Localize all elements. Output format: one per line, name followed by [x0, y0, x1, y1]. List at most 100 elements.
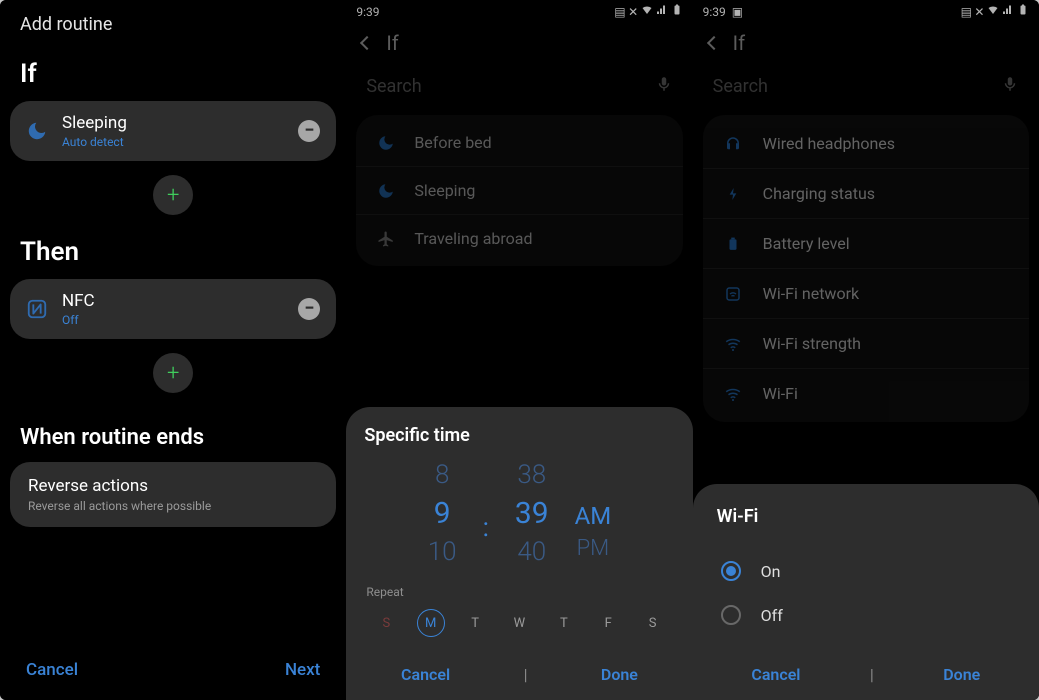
- if-options-list: Before bed Sleeping Traveling abroad: [356, 115, 682, 266]
- remove-if-button[interactable]: −: [298, 120, 320, 142]
- then-action-title: NFC: [62, 291, 284, 311]
- radio-on[interactable]: [721, 561, 741, 581]
- sheet-done-button[interactable]: Done: [601, 665, 638, 684]
- status-bar: 9:39 ▣ ▤ ✕: [693, 0, 1039, 21]
- battery-icon: [1017, 4, 1029, 19]
- cancel-button[interactable]: Cancel: [26, 660, 78, 680]
- search-input[interactable]: Search: [693, 61, 1039, 115]
- day-sun[interactable]: S: [372, 609, 400, 637]
- header-title: If: [733, 31, 745, 55]
- radio-on-label: On: [761, 562, 781, 581]
- hour-next: 10: [428, 537, 457, 567]
- action-divider: |: [870, 665, 874, 684]
- status-time: 9:39: [703, 5, 726, 19]
- reverse-title: Reverse actions: [28, 476, 318, 496]
- list-item-label: Wired headphones: [763, 134, 895, 153]
- wifi-sheet: Wi-Fi On Off Cancel | Done: [693, 484, 1039, 700]
- status-time: 9:39: [356, 5, 379, 19]
- sheet-actions: Cancel | Done: [717, 659, 1015, 688]
- day-fri[interactable]: F: [594, 609, 622, 637]
- back-icon[interactable]: [360, 36, 374, 50]
- moon-icon: [26, 120, 48, 142]
- signal-icon: [1002, 4, 1014, 19]
- sheet-cancel-button[interactable]: Cancel: [401, 665, 450, 684]
- then-heading: Then: [0, 219, 346, 279]
- add-if-button[interactable]: +: [153, 175, 193, 215]
- end-heading: When routine ends: [0, 397, 346, 462]
- list-item-label: Charging status: [763, 184, 875, 203]
- repeat-label: Repeat: [364, 585, 674, 599]
- mute-icon: ✕: [974, 5, 984, 19]
- day-tue[interactable]: T: [461, 609, 489, 637]
- if-condition-card[interactable]: Sleeping Auto detect −: [10, 101, 336, 161]
- if-option-before-bed[interactable]: Before bed: [356, 119, 682, 166]
- moon-icon: [376, 134, 396, 152]
- time-picker[interactable]: 8 9 10 : 38 39 40 AM PM: [364, 460, 674, 567]
- if-options-list: Wired headphones Charging status Battery…: [703, 115, 1029, 422]
- day-thu[interactable]: T: [550, 609, 578, 637]
- status-icons: ▤ ✕: [614, 4, 682, 19]
- day-wed[interactable]: W: [505, 609, 533, 637]
- airplane-icon: [376, 230, 396, 248]
- ampm-column[interactable]: AM PM: [575, 466, 612, 561]
- search-input[interactable]: Search: [346, 61, 692, 115]
- header-title: If: [386, 31, 398, 55]
- if-option-wired-headphones[interactable]: Wired headphones: [703, 119, 1029, 168]
- sheet-cancel-button[interactable]: Cancel: [751, 665, 800, 684]
- if-option-wifi[interactable]: Wi-Fi: [703, 368, 1029, 418]
- if-condition-subtitle: Auto detect: [62, 135, 284, 149]
- sheet-actions: Cancel | Done: [364, 659, 674, 688]
- sheet-title: Specific time: [364, 425, 674, 446]
- if-option-sleeping[interactable]: Sleeping: [356, 166, 682, 214]
- signal-icon: [656, 4, 668, 19]
- then-action-card[interactable]: NFC Off −: [10, 279, 336, 339]
- remove-then-button[interactable]: −: [298, 298, 320, 320]
- panel-add-routine: Add routine If Sleeping Auto detect − + …: [0, 0, 346, 700]
- if-condition-title: Sleeping: [62, 113, 284, 133]
- day-sat[interactable]: S: [639, 609, 667, 637]
- add-then-button[interactable]: +: [153, 353, 193, 393]
- reverse-subtitle: Reverse all actions where possible: [28, 499, 318, 513]
- if-option-battery[interactable]: Battery level: [703, 218, 1029, 268]
- wifi-on-option[interactable]: On: [717, 549, 1015, 593]
- back-icon[interactable]: [707, 36, 721, 50]
- battery-icon: [671, 4, 683, 19]
- action-divider: |: [524, 665, 528, 684]
- if-option-traveling[interactable]: Traveling abroad: [356, 214, 682, 262]
- wifi-off-option[interactable]: Off: [717, 593, 1015, 637]
- day-chips: S M T W T F S: [364, 609, 674, 637]
- ampm-selected: AM: [575, 502, 612, 530]
- minute-column[interactable]: 38 39 40: [515, 460, 549, 567]
- mic-icon[interactable]: [655, 75, 673, 97]
- list-item-label: Sleeping: [414, 181, 475, 200]
- page-title: Add routine: [0, 0, 346, 41]
- wifi-icon: [723, 385, 743, 403]
- if-condition-label: Sleeping Auto detect: [62, 113, 284, 149]
- hour-column[interactable]: 8 9 10: [428, 460, 457, 567]
- time-colon: :: [483, 513, 489, 543]
- radio-off[interactable]: [721, 605, 741, 625]
- sheet-done-button[interactable]: Done: [943, 665, 980, 684]
- minute-selected: 39: [515, 496, 549, 531]
- day-mon[interactable]: M: [417, 609, 445, 637]
- screenshot-icon: ▣: [732, 5, 743, 19]
- ampm-alt: PM: [577, 536, 610, 561]
- notif-icon: ▤: [614, 5, 625, 19]
- status-bar: 9:39 ▤ ✕: [346, 0, 692, 21]
- moon-icon: [376, 182, 396, 200]
- wifi-icon: [987, 4, 999, 19]
- list-item-label: Before bed: [414, 133, 491, 152]
- list-item-label: Wi-Fi: [763, 384, 798, 403]
- if-option-wifi-strength[interactable]: Wi-Fi strength: [703, 318, 1029, 368]
- minute-next: 40: [517, 537, 546, 567]
- list-item-label: Traveling abroad: [414, 229, 532, 248]
- reverse-actions-card[interactable]: Reverse actions Reverse all actions wher…: [10, 462, 336, 527]
- repeat-section: Repeat S M T W T F S: [364, 585, 674, 637]
- mic-icon[interactable]: [1001, 75, 1019, 97]
- next-button[interactable]: Next: [285, 660, 320, 680]
- if-option-wifi-network[interactable]: Wi-Fi network: [703, 268, 1029, 318]
- status-icons: ▤ ✕: [961, 4, 1029, 19]
- list-item-label: Wi-Fi strength: [763, 334, 861, 353]
- if-option-charging[interactable]: Charging status: [703, 168, 1029, 218]
- hour-prev: 8: [435, 460, 449, 490]
